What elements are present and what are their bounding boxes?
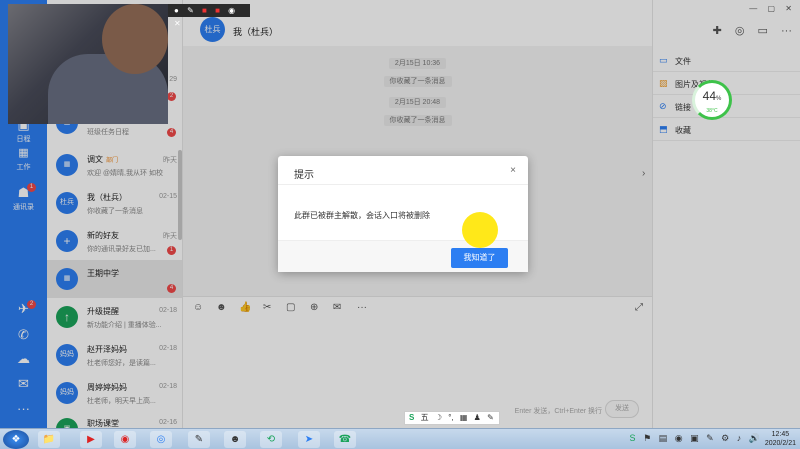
divider: [278, 184, 528, 185]
gauge-percent: 44%: [702, 89, 722, 103]
sogou-icon[interactable]: S: [409, 413, 414, 422]
dingtalk-icon[interactable]: ➤: [298, 431, 320, 448]
close-icon[interactable]: ✕: [174, 19, 181, 28]
explorer-icon[interactable]: 📁: [38, 431, 60, 448]
app-icon[interactable]: ◎: [150, 431, 172, 448]
taskbar: ❖ 📁 ▶ ◉ ◎ ✎ ☻ ⟲ ➤ ☎ S ⚑ ▤ ◉ ▣ ✎ ⚙ ♪ 🔊 12…: [0, 428, 800, 449]
webcam-overlay: [8, 4, 168, 124]
keyboard-icon[interactable]: ▦: [460, 413, 468, 422]
sound-icon[interactable]: ♪: [737, 433, 742, 443]
volume-icon[interactable]: 🔊: [749, 433, 760, 443]
paint-icon[interactable]: ✎: [188, 431, 210, 448]
clock-time: 12:45: [771, 431, 790, 438]
ime-mode[interactable]: 五: [421, 413, 429, 422]
record-icon[interactable]: ●: [174, 6, 179, 15]
flag-icon[interactable]: ⚑: [643, 433, 651, 443]
pen-icon[interactable]: ✎: [187, 6, 194, 15]
clock-date: 2020/2/21: [764, 440, 796, 447]
pause-icon[interactable]: ■: [215, 6, 220, 15]
security-icon[interactable]: ◉: [675, 433, 683, 443]
tools-icon[interactable]: ✎: [487, 413, 494, 422]
stop-icon[interactable]: ■: [202, 6, 207, 15]
moon-icon[interactable]: ☽: [435, 413, 442, 422]
media-player-icon[interactable]: ▶: [80, 431, 102, 448]
dialog-title: 提示: [294, 170, 314, 181]
cursor-highlight: [462, 212, 498, 248]
wechat-icon[interactable]: ☎: [334, 431, 356, 448]
punctuation-icon[interactable]: °,: [448, 413, 453, 422]
system-clock[interactable]: 12:45 2020/2/21: [765, 430, 796, 448]
skin-icon[interactable]: ♟: [474, 413, 481, 422]
close-icon[interactable]: ×: [510, 165, 516, 176]
system-tray: S ⚑ ▤ ◉ ▣ ✎ ⚙ ♪ 🔊: [625, 433, 760, 444]
refresh-app-icon[interactable]: ⟲: [260, 431, 282, 448]
gauge-temp: 38°C: [706, 108, 718, 114]
network-icon[interactable]: ▤: [659, 433, 668, 443]
pen-tray-icon[interactable]: ✎: [706, 433, 714, 443]
recorder-app-icon[interactable]: ◉: [114, 431, 136, 448]
sogou-tray-icon[interactable]: S: [630, 433, 636, 443]
alert-dialog: 提示 × 此群已被群主解散，会话入口将被删除 我知道了: [278, 156, 528, 272]
app-tray-icon[interactable]: ▣: [690, 433, 699, 443]
webcam-face: [102, 4, 168, 74]
confirm-button[interactable]: 我知道了: [451, 248, 508, 268]
chat-app-icon[interactable]: ☻: [224, 431, 246, 448]
camera-icon[interactable]: ◉: [228, 6, 235, 15]
ime-toolbar: S 五 ☽ °, ▦ ♟ ✎: [404, 411, 500, 425]
dialog-message: 此群已被群主解散，会话入口将被删除: [294, 211, 430, 220]
settings-icon[interactable]: ⚙: [721, 433, 729, 443]
recorder-toolbar: ● ✎ ■ ■ ◉ ✕: [168, 4, 250, 28]
network-gauge[interactable]: 44% 38°C: [692, 80, 732, 120]
start-button[interactable]: ❖: [3, 430, 29, 449]
